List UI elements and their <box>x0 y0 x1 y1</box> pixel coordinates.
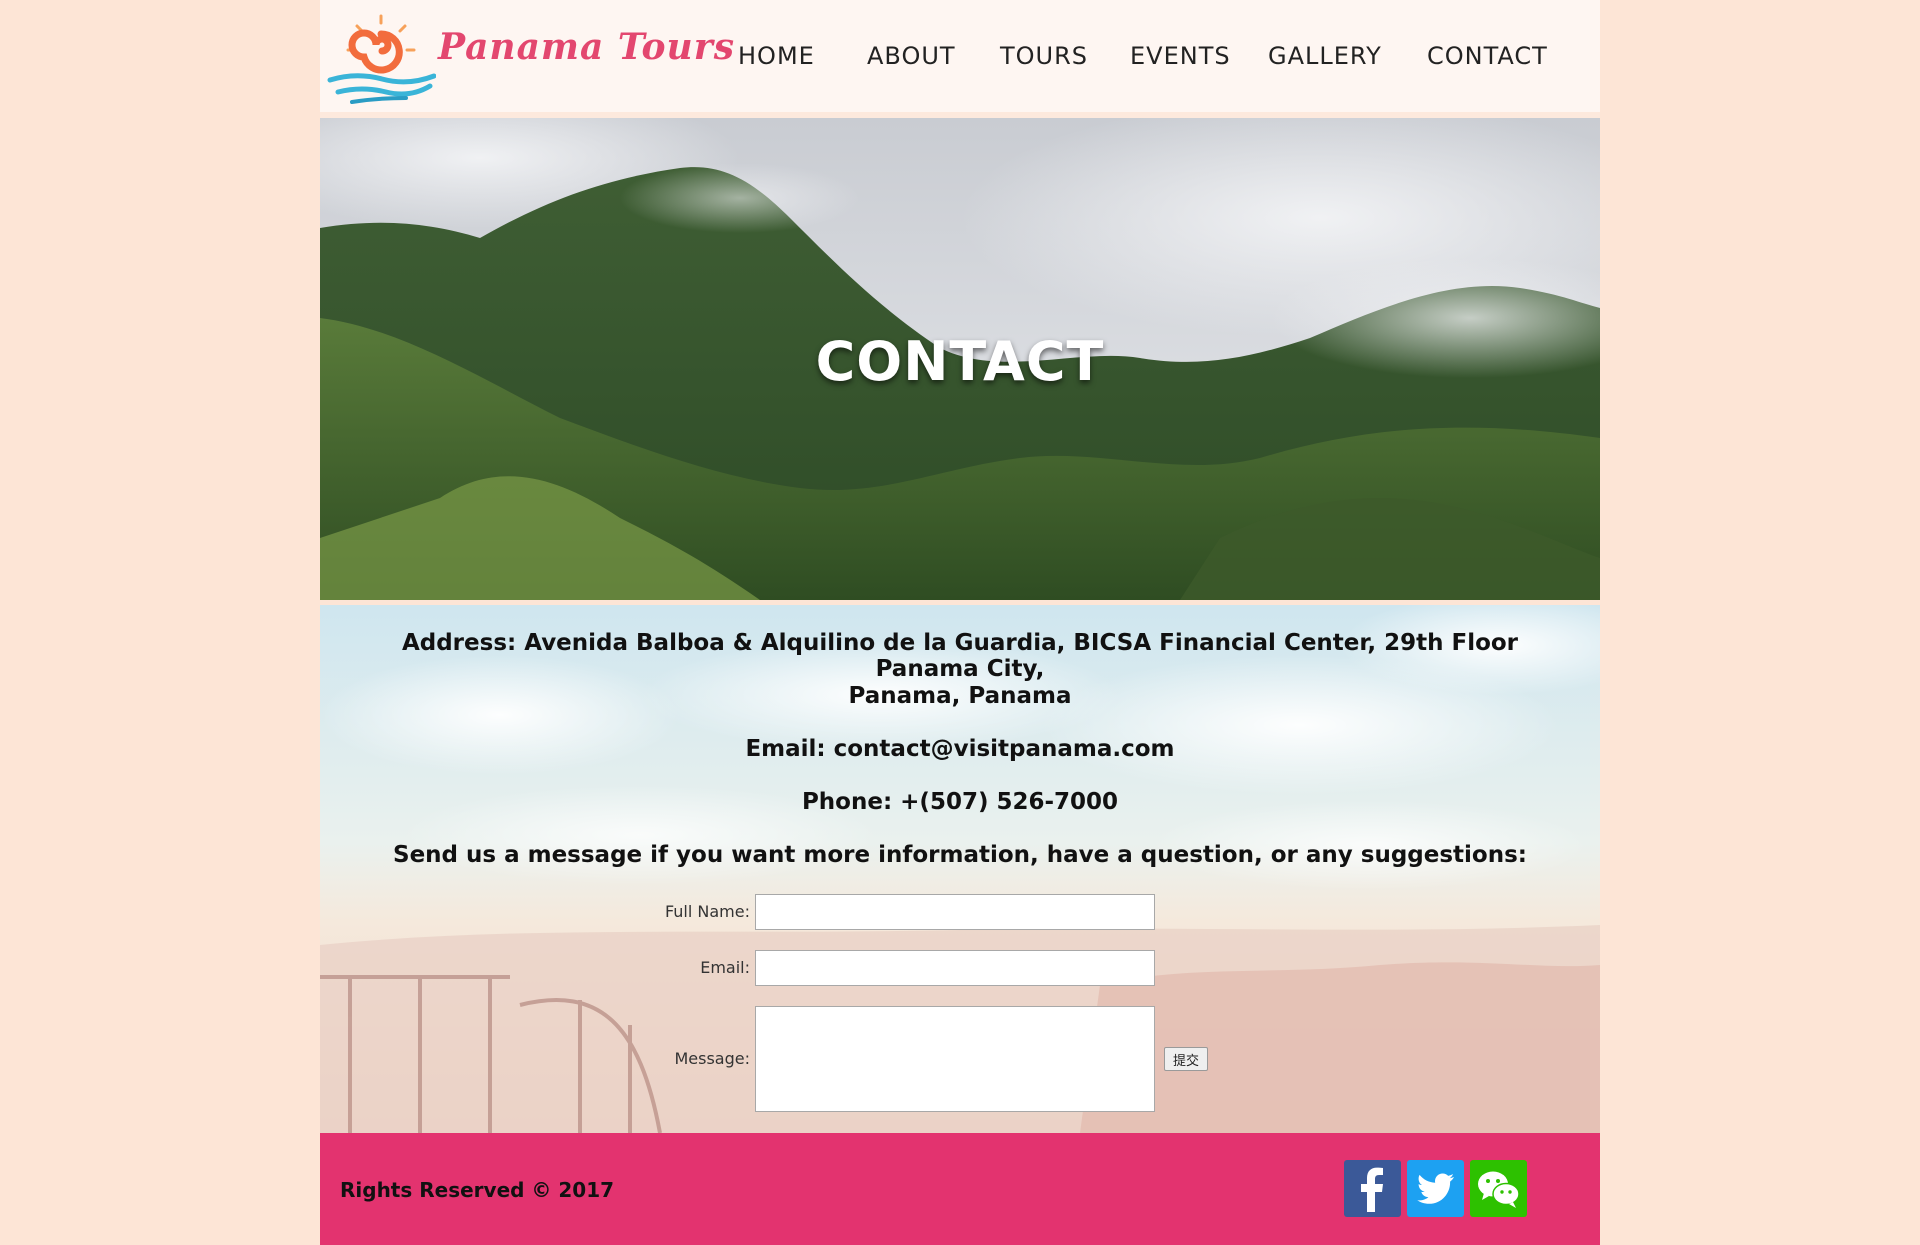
contact-phone: Phone: +(507) 526-7000 <box>801 789 1119 815</box>
page-title: CONTACT <box>815 330 1105 393</box>
main-nav: HOME ABOUT TOURS EVENTS GALLERY CONTACT <box>320 0 1600 112</box>
address-line-2: Panama, Panama <box>848 683 1072 709</box>
address-line-1: Address: Avenida Balboa & Alquilino de l… <box>401 630 1519 682</box>
email-input[interactable] <box>755 950 1155 986</box>
nav-home[interactable]: HOME <box>738 42 815 70</box>
nav-contact[interactable]: CONTACT <box>1427 42 1548 70</box>
full-name-input[interactable] <box>755 894 1155 930</box>
message-label: Message: <box>674 1049 750 1068</box>
contact-email: Email: contact@visitpanama.com <box>745 736 1175 762</box>
wechat-icon[interactable] <box>1470 1160 1527 1217</box>
twitter-icon[interactable] <box>1407 1160 1464 1217</box>
facebook-icon[interactable] <box>1344 1160 1401 1217</box>
nav-gallery[interactable]: GALLERY <box>1268 42 1382 70</box>
nav-tours[interactable]: TOURS <box>1000 42 1088 70</box>
page: Panama Tours HOME ABOUT TOURS EVENTS GAL… <box>320 0 1600 1245</box>
hero-banner: CONTACT <box>320 118 1600 600</box>
nav-events[interactable]: EVENTS <box>1130 42 1231 70</box>
full-name-label: Full Name: <box>664 902 750 921</box>
site-header: Panama Tours HOME ABOUT TOURS EVENTS GAL… <box>320 0 1600 112</box>
email-label: Email: <box>700 958 750 977</box>
site-footer: Rights Reserved © 2017 <box>320 1133 1600 1245</box>
contact-section: Address: Avenida Balboa & Alquilino de l… <box>320 605 1600 1133</box>
nav-about[interactable]: ABOUT <box>867 42 956 70</box>
submit-button[interactable]: 提交 <box>1164 1047 1208 1071</box>
message-textarea[interactable] <box>755 1006 1155 1112</box>
copyright-text: Rights Reserved © 2017 <box>340 1178 615 1202</box>
message-prompt: Send us a message if you want more infor… <box>393 842 1527 868</box>
